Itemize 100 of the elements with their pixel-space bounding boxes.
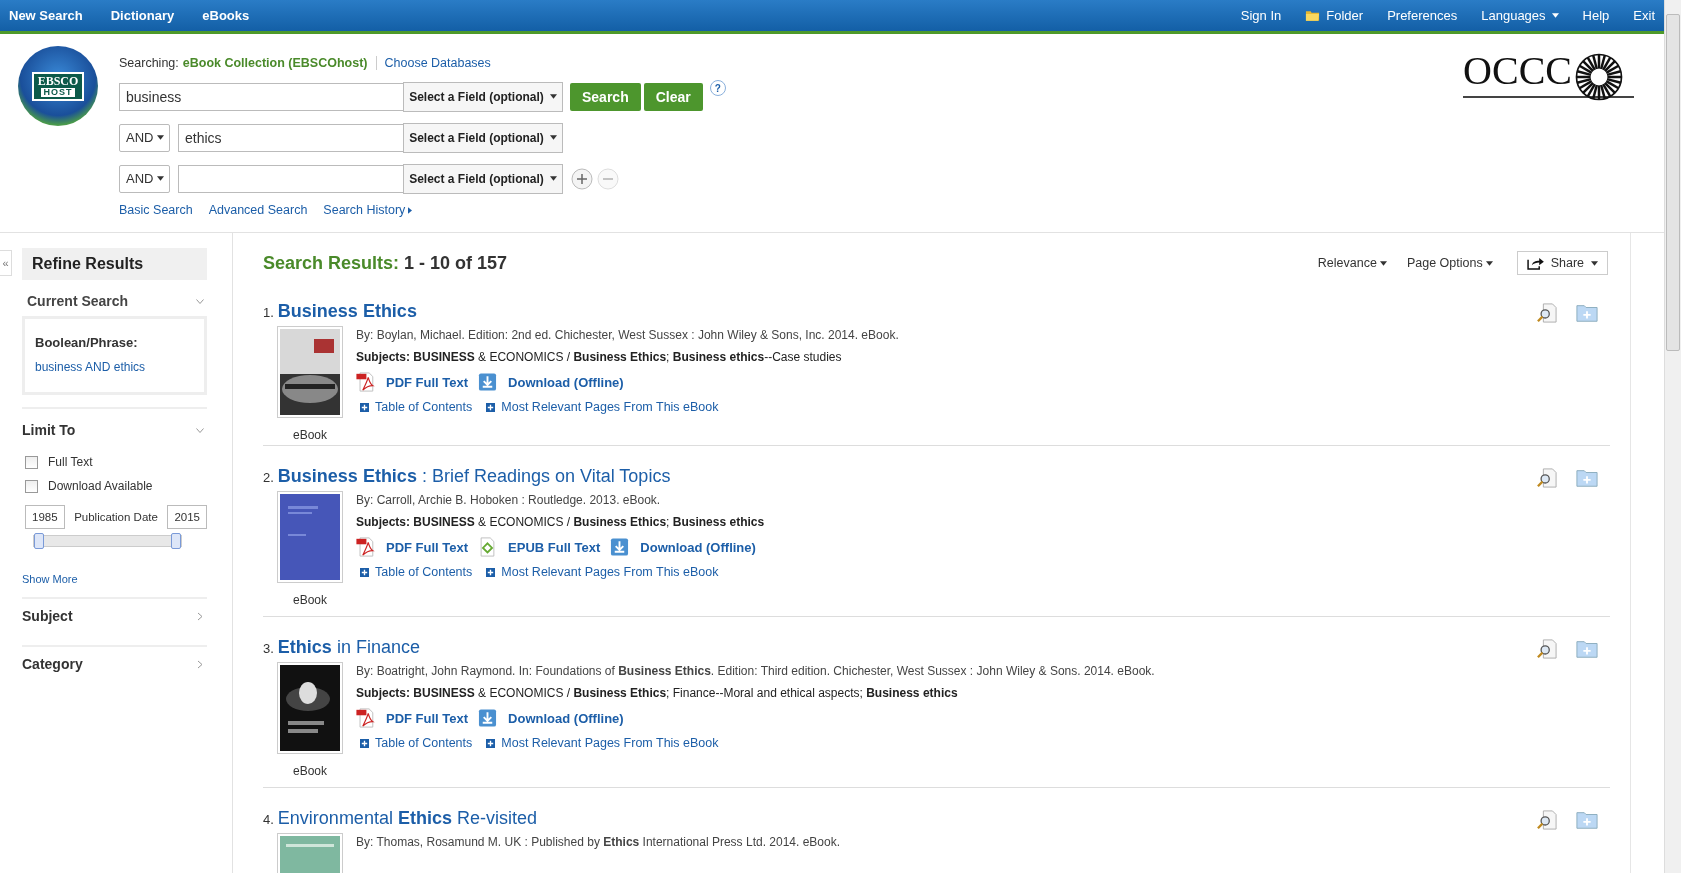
search-mode-link[interactable]: Search History: [323, 203, 413, 217]
search-mode-link[interactable]: Basic Search: [119, 203, 193, 217]
expand-icon: [360, 402, 369, 412]
chevron-icon[interactable]: [195, 298, 205, 304]
result-subjects: Subjects: BUSINESS & ECONOMICS / Business Ethics; Business ethics: [356, 515, 766, 529]
pdf-icon: [356, 708, 375, 728]
caret-icon: [408, 207, 413, 214]
result-subjects: Subjects: BUSINESS & ECONOMICS / Business Ethics; Finance--Moral and ethical aspects; Business ethics: [356, 686, 959, 700]
chevron-icon[interactable]: [195, 427, 205, 433]
clear-button[interactable]: Clear: [643, 82, 703, 111]
query-label: Boolean/Phrase:: [35, 335, 139, 350]
full-text-link[interactable]: Download (Offline): [508, 710, 624, 726]
caret-icon: [1379, 260, 1387, 266]
result-byline: By: Thomas, Rosamund M. UK : Published by Ethics International Press Ltd. 2014. eBook.: [356, 835, 841, 849]
add-to-folder-icon[interactable]: [1576, 639, 1598, 659]
sort-menu[interactable]: Relevance: [1317, 256, 1387, 270]
add-row-icon[interactable]: [571, 167, 593, 190]
expand-link[interactable]: Most Relevant Pages From This eBook: [501, 565, 719, 579]
sort-menu[interactable]: Page Options: [1406, 256, 1493, 270]
download-icon: [610, 537, 630, 557]
chevron-icon[interactable]: [197, 659, 203, 669]
expand-link[interactable]: Table of Contents: [375, 565, 473, 579]
help-button[interactable]: ?: [709, 80, 726, 96]
slider-handle[interactable]: [171, 533, 181, 549]
nav-link[interactable]: Dictionary: [110, 8, 175, 23]
checkbox[interactable]: [25, 479, 38, 493]
share-button[interactable]: Share: [1516, 251, 1608, 275]
query-link[interactable]: business AND ethics: [35, 360, 146, 374]
field-dropdown[interactable]: Select a Field (optional): [403, 163, 563, 194]
field-dropdown[interactable]: Select a Field (optional): [403, 81, 563, 112]
caret-icon: [549, 135, 557, 140]
full-text-link[interactable]: PDF Full Text: [386, 710, 469, 726]
scrollbar[interactable]: [1664, 0, 1681, 873]
expand-icon: [486, 402, 496, 412]
full-text-link[interactable]: Download (Offline): [640, 539, 756, 555]
search-field[interactable]: ethics: [178, 123, 403, 152]
caret-icon: [157, 176, 165, 181]
chevron-icon[interactable]: [197, 611, 203, 621]
date-from-field[interactable]: 1985: [25, 505, 65, 529]
nav-link[interactable]: New Search: [9, 8, 83, 23]
preview-icon[interactable]: [1536, 303, 1558, 323]
result-title[interactable]: Ethics in Finance: [277, 637, 420, 658]
date-label: Publication Date: [74, 511, 158, 523]
full-text-link[interactable]: Download (Offline): [508, 374, 624, 390]
full-text-link[interactable]: PDF Full Text: [386, 374, 469, 390]
result-byline: By: Boatright, John Raymond. In: Foundations of Business Ethics. Edition: Third edition. Chichester, West Sussex : John Wiley & Sons. 2014. eBook.: [356, 664, 1155, 678]
nav-link[interactable]: Languages: [1481, 8, 1546, 23]
expand-link[interactable]: Most Relevant Pages From This eBook: [501, 736, 719, 750]
nav-link[interactable]: Preferences: [1387, 8, 1458, 23]
search-button[interactable]: Search: [570, 82, 641, 111]
search-field[interactable]: business: [119, 82, 403, 111]
result-byline: By: Carroll, Archie B. Hoboken : Routledge. 2013. eBook.: [356, 493, 662, 507]
result-subjects: Subjects: BUSINESS & ECONOMICS / Business Ethics; Business ethics--Case studies: [356, 350, 843, 364]
full-text-link[interactable]: EPUB Full Text: [508, 539, 601, 555]
expand-icon: [360, 567, 369, 577]
nav-link[interactable]: eBooks: [202, 8, 250, 23]
nav-link[interactable]: Exit: [1633, 8, 1655, 23]
date-slider[interactable]: [33, 535, 182, 547]
folder-icon: [1305, 9, 1321, 22]
facet-title[interactable]: Subject: [22, 608, 73, 624]
date-to-field[interactable]: 2015: [167, 505, 207, 529]
search-mode-link[interactable]: Advanced Search: [208, 203, 308, 217]
choose-databases-link[interactable]: Choose Databases: [384, 56, 491, 70]
result-type: eBook: [293, 428, 327, 442]
result-title[interactable]: Environmental Ethics Re-visited: [277, 808, 537, 829]
download-icon: [478, 708, 498, 728]
show-more-link[interactable]: Show More: [22, 573, 207, 585]
facet-title[interactable]: Category: [22, 656, 83, 672]
preview-icon[interactable]: [1536, 810, 1558, 830]
full-text-link[interactable]: PDF Full Text: [386, 539, 469, 555]
add-to-folder-icon[interactable]: [1576, 303, 1598, 323]
expand-link[interactable]: Most Relevant Pages From This eBook: [501, 400, 719, 414]
checkbox-label: Download Available: [48, 479, 153, 493]
search-field[interactable]: [178, 164, 403, 193]
checkbox[interactable]: [25, 455, 38, 469]
result-number: 1.: [263, 305, 274, 320]
expand-link[interactable]: Table of Contents: [375, 736, 473, 750]
operator-dropdown[interactable]: AND: [119, 123, 170, 152]
caret-icon: [1485, 260, 1493, 266]
result-title[interactable]: Business Ethics: [277, 301, 417, 322]
caret-icon: [157, 135, 165, 140]
caret-icon: [1591, 260, 1598, 266]
collapse-button[interactable]: «: [0, 250, 12, 276]
add-to-folder-icon[interactable]: [1576, 810, 1598, 830]
result-type: eBook: [293, 764, 327, 778]
operator-dropdown[interactable]: AND: [119, 164, 170, 193]
result-title[interactable]: Business Ethics : Brief Readings on Vital Topics: [277, 466, 671, 487]
add-to-folder-icon[interactable]: [1576, 468, 1598, 488]
nav-link[interactable]: Folder: [1326, 8, 1364, 23]
preview-icon[interactable]: [1536, 468, 1558, 488]
slider-handle[interactable]: [34, 533, 44, 549]
result-byline: By: Boylan, Michael. Edition: 2nd ed. Chichester, West Sussex : John Wiley & Sons, Inc. 2014. eBook.: [356, 328, 899, 342]
field-dropdown[interactable]: Select a Field (optional): [403, 122, 563, 153]
expand-link[interactable]: Table of Contents: [375, 400, 473, 414]
checkbox-label: Full Text: [48, 455, 93, 469]
preview-icon[interactable]: [1536, 639, 1558, 659]
nav-link[interactable]: Help: [1582, 8, 1610, 23]
database-name: eBook Collection (EBSCOhost): [182, 56, 368, 70]
nav-link[interactable]: Sign In: [1240, 8, 1282, 23]
download-icon: [478, 372, 498, 392]
